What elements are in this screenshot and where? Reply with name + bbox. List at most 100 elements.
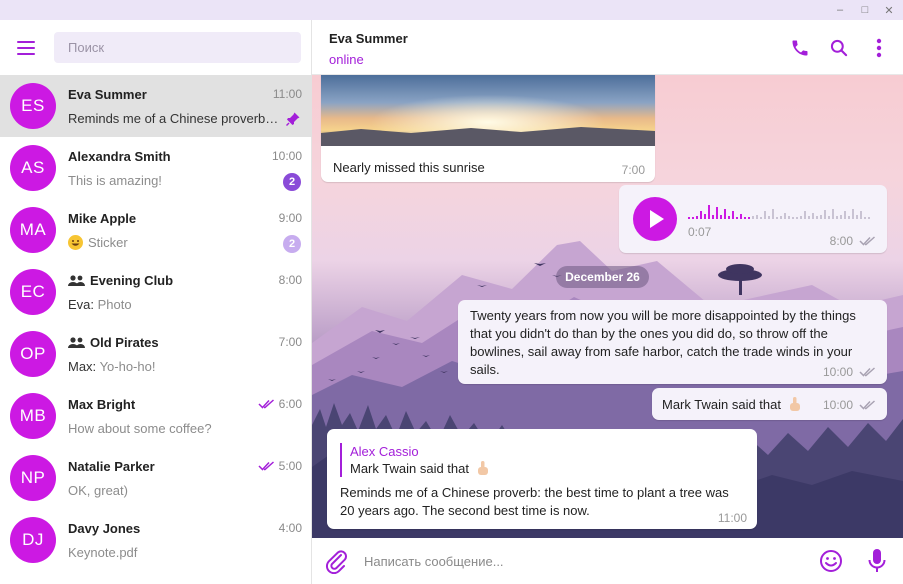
read-double-check-icon xyxy=(859,367,875,377)
chat-name: Old Pirates xyxy=(68,335,159,350)
voice-message[interactable]: 0:07 8:00 xyxy=(619,185,887,253)
search-input[interactable] xyxy=(54,32,301,63)
avatar[interactable]: MA xyxy=(10,207,56,253)
chat-list-item[interactable]: EC Evening Club 8:00 Eva: Photo xyxy=(0,261,312,323)
chat-list-item[interactable]: MB Max Bright 6:00 How about some coffee? xyxy=(0,385,312,447)
avatar[interactable]: AS xyxy=(10,145,56,191)
waveform-bar xyxy=(724,209,726,219)
waveform-bar xyxy=(828,216,830,219)
outgoing-message[interactable]: Twenty years from now you will be more d… xyxy=(458,300,887,384)
waveform-bar xyxy=(848,216,850,219)
chat-list-item[interactable]: AS Alexandra Smith 10:00 This is amazing! 2 xyxy=(0,137,312,199)
sidebar-header xyxy=(0,20,312,75)
voice-duration: 0:07 xyxy=(688,225,712,239)
unread-count-badge: 2 xyxy=(283,173,301,191)
waveform-bar xyxy=(760,217,762,219)
play-icon[interactable] xyxy=(633,197,677,241)
waveform-bar xyxy=(820,215,822,219)
phone-call-icon[interactable] xyxy=(789,37,811,59)
waveform-bar xyxy=(780,216,782,219)
pin-icon xyxy=(286,112,300,126)
chat-preview-text: Keynote.pdf xyxy=(68,545,138,560)
read-double-check-icon xyxy=(859,400,875,410)
message-input[interactable] xyxy=(364,550,804,572)
peer-name[interactable]: Eva Summer xyxy=(329,31,408,46)
read-double-check-icon xyxy=(258,399,274,409)
waveform-bar xyxy=(796,217,798,219)
window-titlebar: – □ ✕ xyxy=(0,0,903,20)
waveform-bar xyxy=(804,211,806,219)
chat-preview-text: This is amazing! xyxy=(68,173,162,188)
pointing-up-emoji-icon xyxy=(477,461,488,475)
waveform-bar xyxy=(808,216,810,219)
chat-list-item[interactable]: DJ Davy Jones 4:00 Keynote.pdf xyxy=(0,509,312,571)
chat-wallpaper: Nearly missed this sunrise 7:00 0:07 8:0… xyxy=(312,75,903,538)
chat-name: Evening Club xyxy=(68,273,173,288)
avatar[interactable]: ES xyxy=(10,83,56,129)
waveform-bar xyxy=(708,205,710,219)
maximize-button[interactable]: □ xyxy=(857,3,873,17)
chat-preview-text: Yo-ho-ho! xyxy=(99,359,156,374)
waveform-bar xyxy=(712,215,714,219)
reply-quoted-text: Mark Twain said that xyxy=(350,460,490,478)
photo-message[interactable]: Nearly missed this sunrise 7:00 xyxy=(321,75,655,182)
avatar[interactable]: EC xyxy=(10,269,56,315)
microphone-icon[interactable] xyxy=(867,548,887,574)
waveform-bar xyxy=(688,217,690,219)
voice-waveform[interactable] xyxy=(688,201,874,219)
minimize-button[interactable]: – xyxy=(832,3,848,17)
conversation-panel: Eva Summer online Nearly missed this sun… xyxy=(312,20,903,584)
search-icon[interactable] xyxy=(828,37,850,59)
waveform-bar xyxy=(800,216,802,219)
waveform-bar xyxy=(856,215,858,219)
chat-preview-text: Reminds me of a Chinese proverb: the bes… xyxy=(68,111,280,126)
chat-preview-text: How about some coffee? xyxy=(68,421,212,436)
waveform-bar xyxy=(704,214,706,219)
waveform-bar xyxy=(860,211,862,219)
waveform-bar xyxy=(772,209,774,219)
sunrise-photo[interactable] xyxy=(321,75,655,146)
waveform-bar xyxy=(728,216,730,219)
close-button[interactable]: ✕ xyxy=(881,3,897,17)
chat-time: 7:00 xyxy=(278,335,302,349)
waveform-bar xyxy=(816,216,818,219)
waveform-bar xyxy=(756,215,758,219)
avatar[interactable]: OP xyxy=(10,331,56,377)
chat-name: Alexandra Smith xyxy=(68,149,171,164)
chat-preview: Keynote.pdf xyxy=(68,545,280,560)
waveform-bar xyxy=(864,217,866,219)
reply-quote[interactable]: Alex Cassio Mark Twain said that xyxy=(340,443,490,477)
paperclip-icon[interactable] xyxy=(324,548,348,575)
chat-preview-sender: Eva: xyxy=(68,297,95,312)
chat-time: 10:00 xyxy=(271,149,302,163)
message-text: Mark Twain said that xyxy=(662,397,781,412)
avatar[interactable]: MB xyxy=(10,393,56,439)
chat-list-item[interactable]: MA Mike Apple 9:00 Sticker 2 xyxy=(0,199,312,261)
chat-preview: How about some coffee? xyxy=(68,421,280,436)
message-text-with-emoji: Mark Twain said that xyxy=(662,396,802,412)
chat-preview: Max: Yo-ho-ho! xyxy=(68,359,280,374)
more-options-icon[interactable] xyxy=(868,37,890,59)
waveform-bar xyxy=(736,217,738,219)
smiley-icon[interactable] xyxy=(819,549,843,573)
incoming-reply-message[interactable]: Alex Cassio Mark Twain said that Reminds… xyxy=(327,429,757,529)
outgoing-message[interactable]: Mark Twain said that 10:00 xyxy=(652,388,887,420)
waveform-bar xyxy=(844,211,846,219)
photo-caption: Nearly missed this sunrise xyxy=(333,160,485,175)
chat-list-item[interactable]: NP Natalie Parker 5:00 OK, great) xyxy=(0,447,312,509)
grinning-emoji-icon xyxy=(68,235,83,250)
avatar[interactable]: NP xyxy=(10,455,56,501)
waveform-bar xyxy=(868,217,870,219)
waveform-bar xyxy=(720,215,722,219)
chat-list: ES Eva Summer 11:00 Reminds me of a Chinese… xyxy=(0,75,312,571)
chat-preview: Reminds me of a Chinese proverb: the bes… xyxy=(68,111,280,126)
peer-status: online xyxy=(329,52,364,67)
message-time-with-status: 8:00 xyxy=(830,234,877,248)
chat-list-item[interactable]: OP Old Pirates 7:00 Max: Yo-ho-ho! xyxy=(0,323,312,385)
chat-list-item[interactable]: ES Eva Summer 11:00 Reminds me of a Chinese… xyxy=(0,75,312,137)
waveform-bar xyxy=(752,216,754,219)
waveform-bar xyxy=(764,211,766,219)
hamburger-menu-icon[interactable] xyxy=(16,40,38,56)
avatar[interactable]: DJ xyxy=(10,517,56,563)
waveform-bar xyxy=(792,217,794,219)
